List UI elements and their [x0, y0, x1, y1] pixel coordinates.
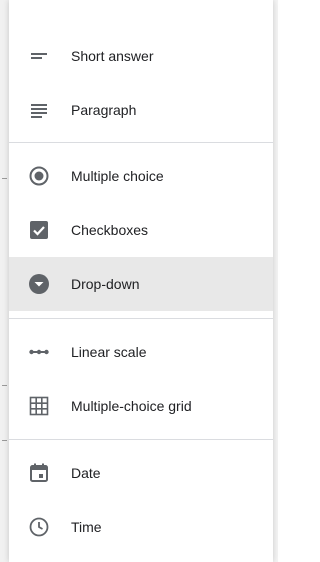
- menu-item-label: Multiple-choice grid: [71, 398, 192, 414]
- question-type-menu: Short answer Paragraph Multiple choice C…: [9, 0, 273, 562]
- checkbox-icon: [27, 218, 51, 242]
- menu-item-multiple-choice[interactable]: Multiple choice: [9, 149, 273, 203]
- menu-item-label: Date: [71, 465, 101, 481]
- paragraph-icon: [27, 98, 51, 122]
- background-line: [2, 178, 7, 179]
- menu-item-multiple-choice-grid[interactable]: Multiple-choice grid: [9, 379, 273, 433]
- menu-item-label: Time: [71, 519, 102, 535]
- background-page-edge: [273, 0, 278, 562]
- linear-scale-icon: [27, 340, 51, 364]
- menu-item-label: Short answer: [71, 48, 154, 64]
- background-line: [2, 440, 7, 441]
- menu-item-label: Linear scale: [71, 344, 147, 360]
- menu-item-time[interactable]: Time: [9, 500, 273, 554]
- short-text-icon: [27, 44, 51, 68]
- menu-item-checkboxes[interactable]: Checkboxes: [9, 203, 273, 257]
- menu-divider: [9, 439, 273, 440]
- menu-item-linear-scale[interactable]: Linear scale: [9, 325, 273, 379]
- clock-icon: [27, 515, 51, 539]
- background-page-edge: [0, 0, 9, 562]
- menu-item-label: Multiple choice: [71, 168, 164, 184]
- menu-item-label: Checkboxes: [71, 222, 149, 238]
- menu-item-date[interactable]: Date: [9, 446, 273, 500]
- menu-item-dropdown[interactable]: Drop-down: [9, 257, 273, 311]
- menu-divider: [9, 142, 273, 143]
- menu-item-label: Drop-down: [71, 276, 140, 292]
- dropdown-circle-icon: [27, 272, 51, 296]
- menu-item-short-answer[interactable]: Short answer: [9, 29, 273, 83]
- menu-divider: [9, 318, 273, 319]
- background-line: [2, 385, 7, 386]
- calendar-icon: [27, 461, 51, 485]
- grid-icon: [27, 394, 51, 418]
- menu-item-paragraph[interactable]: Paragraph: [9, 83, 273, 137]
- radio-button-icon: [27, 164, 51, 188]
- menu-item-label: Paragraph: [71, 102, 137, 118]
